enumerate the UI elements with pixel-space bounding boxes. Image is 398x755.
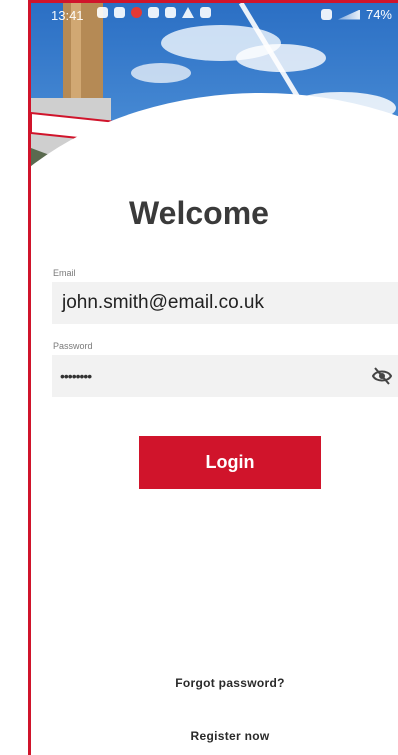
alarm-icon [320,9,332,20]
status-time: 13:41 [51,8,84,23]
login-screen: 13:41 74% Welcome Email john.smith@email… [0,0,398,755]
email-label: Email [53,268,76,278]
red-app-icon [131,7,142,18]
notification-icon [97,7,108,18]
password-value: •••••••• [60,368,92,384]
email-field[interactable]: john.smith@email.co.uk [52,282,398,324]
left-margin [0,0,28,755]
page-title: Welcome [129,195,269,231]
status-bar: 13:41 74% [31,3,398,29]
warning-icon [182,7,194,18]
login-button[interactable]: Login [139,436,321,489]
red-frame-border-left [28,0,31,755]
settings-icon [200,7,211,18]
status-notification-icons [97,7,211,18]
signal-icon [337,9,360,20]
battery-level: 74% [365,7,392,22]
status-system-icons: 74% [320,7,392,22]
image-icon [165,7,176,18]
password-label: Password [53,341,93,351]
message-icon [148,7,159,18]
email-value: john.smith@email.co.uk [62,292,264,313]
eye-off-icon[interactable] [371,367,393,385]
forgot-password-link[interactable]: Forgot password? [0,676,398,690]
hero-image [31,3,398,303]
register-link[interactable]: Register now [0,729,398,743]
red-frame-border-top [28,0,398,3]
notification-icon [114,7,125,18]
password-field[interactable]: •••••••• [52,355,398,397]
